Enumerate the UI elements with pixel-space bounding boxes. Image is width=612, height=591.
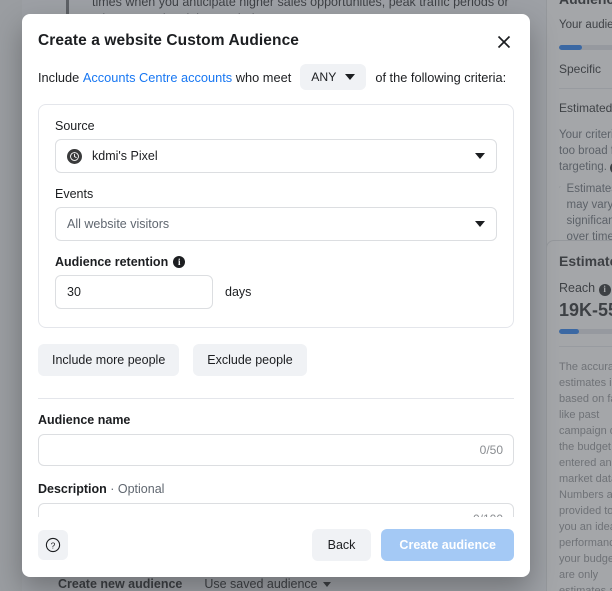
dialog-body: Source kdmi's Pixel Events All website v…	[22, 90, 530, 517]
close-icon[interactable]	[490, 28, 518, 56]
dialog-header: Create a website Custom Audience	[22, 14, 530, 50]
create-audience-button[interactable]: Create audience	[381, 529, 514, 561]
help-circle-icon[interactable]: ?	[38, 530, 68, 560]
source-select[interactable]: kdmi's Pixel	[55, 139, 497, 173]
audience-name-label: Audience name	[38, 413, 131, 427]
exclude-people-button[interactable]: Exclude people	[193, 344, 307, 376]
match-type-dropdown[interactable]: ANY	[300, 64, 367, 90]
help-glyph: ?	[45, 537, 61, 553]
chevron-down-icon	[345, 74, 356, 80]
close-glyph	[497, 35, 511, 49]
events-select[interactable]: All website visitors	[55, 207, 497, 241]
description-label-text: Description	[38, 482, 107, 496]
section-divider	[38, 398, 514, 399]
source-value: kdmi's Pixel	[92, 149, 158, 163]
description-optional-label: · Optional	[110, 482, 165, 496]
pixel-clock-icon	[67, 148, 82, 164]
chevron-down-icon	[475, 153, 485, 159]
audience-name-field: 0/50	[38, 434, 514, 466]
criteria-middle: who meet	[235, 69, 292, 85]
days-label: days	[225, 285, 252, 299]
criteria-prefix: Include	[38, 69, 80, 85]
audience-retention-label: Audience retention i	[55, 255, 497, 269]
back-button[interactable]: Back	[311, 529, 372, 561]
include-more-people-button[interactable]: Include more people	[38, 344, 180, 376]
description-input[interactable]	[38, 503, 514, 517]
dialog-title: Create a website Custom Audience	[38, 32, 300, 49]
audience-modifier-buttons: Include more people Exclude people	[38, 344, 514, 376]
match-type-value: ANY	[311, 70, 337, 84]
app-root: times when you anticipate higher sales o…	[0, 0, 612, 591]
rule-card: Source kdmi's Pixel Events All website v…	[38, 104, 514, 328]
source-label: Source	[55, 119, 95, 133]
accounts-centre-link[interactable]: Accounts Centre accounts	[83, 70, 232, 85]
audience-retention-label-text: Audience retention	[55, 255, 169, 269]
events-label: Events	[55, 187, 94, 201]
description-field: 0/100	[38, 503, 514, 517]
create-custom-audience-dialog: Create a website Custom Audience Include…	[22, 14, 530, 577]
description-label: Description · Optional	[38, 482, 514, 496]
dialog-footer: ? Back Create audience	[22, 517, 530, 577]
audience-name-input[interactable]	[38, 434, 514, 466]
svg-text:?: ?	[51, 540, 56, 550]
audience-retention-row: days	[55, 275, 497, 309]
info-icon[interactable]: i	[173, 256, 186, 268]
events-value: All website visitors	[67, 217, 170, 231]
criteria-row: Include Accounts Centre accounts who mee…	[22, 50, 530, 90]
retention-days-input[interactable]	[55, 275, 213, 309]
criteria-suffix: of the following criteria:	[375, 69, 507, 85]
clock-glyph	[70, 151, 79, 161]
chevron-down-icon	[475, 221, 485, 227]
